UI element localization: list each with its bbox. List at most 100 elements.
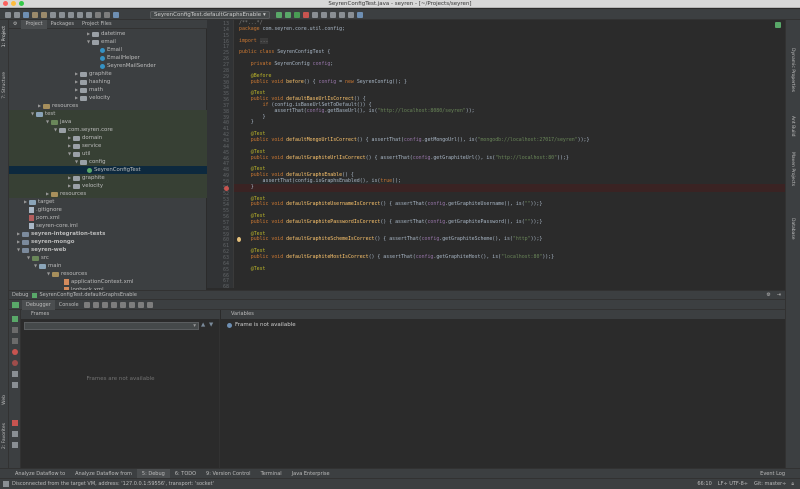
show-execution-point-icon[interactable]: [84, 301, 91, 308]
hide-panel-icon[interactable]: ⇥: [777, 291, 781, 300]
tree-node[interactable]: ▶ datetime: [9, 30, 207, 38]
tool-java-enterprise[interactable]: Java Enterprise: [287, 469, 335, 479]
tab-structure[interactable]: 7: Structure: [2, 72, 7, 99]
pause-icon[interactable]: [12, 327, 18, 333]
close-icon[interactable]: [12, 431, 18, 437]
code-line[interactable]: public void defaultGraphiteHostIsCorrect…: [239, 253, 554, 261]
open-icon[interactable]: [4, 11, 11, 18]
paste-icon[interactable]: [67, 11, 74, 18]
tree-node[interactable]: ▶ resources: [9, 190, 207, 198]
tab-dynamic-properties[interactable]: Dynamic Properties: [790, 48, 795, 92]
code-line[interactable]: public class SeyrenConfigTest {: [239, 48, 330, 56]
vcs-branch[interactable]: Git: master÷: [754, 479, 786, 489]
caret-position[interactable]: 66:10: [697, 479, 711, 489]
code-line[interactable]: }: [239, 118, 254, 126]
encoding-indicator[interactable]: LF÷ UTF-8÷: [718, 479, 748, 489]
tool-terminal[interactable]: Terminal: [256, 469, 287, 479]
run-to-cursor-icon[interactable]: [138, 301, 145, 308]
tree-node[interactable]: applicationContext.xml: [9, 278, 207, 286]
back-icon[interactable]: [94, 11, 101, 18]
stop-icon[interactable]: [302, 11, 309, 18]
frame-up-icon[interactable]: ▲: [201, 322, 205, 328]
tab-maven-projects[interactable]: Maven Projects: [790, 152, 795, 186]
tool-analyze-dataflow-from[interactable]: Analyze Dataflow from: [70, 469, 137, 479]
debug-config-name[interactable]: SeyrenConfigTest.defaultGraphsEnable: [39, 291, 136, 300]
help-icon[interactable]: [356, 11, 363, 18]
code-line[interactable]: public void defaultGraphiteSchemeIsCorre…: [239, 235, 543, 243]
code-line[interactable]: import ...: [239, 37, 269, 45]
tool-analyze-dataflow-to[interactable]: Analyze Dataflow to: [10, 469, 70, 479]
tab-project[interactable]: 1: Project: [2, 26, 7, 47]
tree-node[interactable]: ▼ email: [9, 38, 207, 46]
settings-icon[interactable]: [12, 382, 18, 388]
tree-node[interactable]: SeyrenConfigTest: [9, 166, 207, 174]
tree-node[interactable]: ▼ main: [9, 262, 207, 270]
make-icon[interactable]: [112, 11, 119, 18]
tree-node[interactable]: ▶ graphite: [9, 174, 207, 182]
toggle-tool-windows-icon[interactable]: [3, 481, 9, 487]
lock-icon[interactable]: 🔒︎: [791, 479, 794, 489]
step-over-icon[interactable]: [93, 301, 100, 308]
code-line[interactable]: assertThat(config.getBaseUrl(), is("http…: [239, 107, 474, 115]
tree-node[interactable]: ▶ velocity: [9, 94, 207, 102]
coverage-icon[interactable]: [293, 11, 300, 18]
tree-node[interactable]: SeyrenMailSender: [9, 62, 207, 70]
forward-icon[interactable]: [103, 11, 110, 18]
run-configuration-select[interactable]: SeyrenConfigTest.defaultGraphsEnable ▾: [150, 10, 270, 19]
tree-node[interactable]: ▼ com.seyren.core: [9, 126, 207, 134]
tree-node[interactable]: ▶ seyren-mongo: [9, 238, 207, 246]
tree-node[interactable]: ▼ util: [9, 150, 207, 158]
undo-icon[interactable]: [31, 11, 38, 18]
mute-breakpoints-icon[interactable]: [12, 360, 18, 366]
force-step-into-icon[interactable]: [111, 301, 118, 308]
code-line[interactable]: public void before() { config = new Seyr…: [239, 78, 407, 86]
evaluate-expression-icon[interactable]: [147, 301, 154, 308]
tool-todo[interactable]: 6: TODO: [170, 469, 201, 479]
resume-icon[interactable]: [12, 316, 18, 322]
save-icon[interactable]: [13, 11, 20, 18]
gear-icon[interactable]: ⚙: [9, 20, 21, 29]
drop-frame-icon[interactable]: [129, 301, 136, 308]
tree-node[interactable]: Email: [9, 46, 207, 54]
tree-node[interactable]: ▶ hashing: [9, 78, 207, 86]
code-line[interactable]: private SeyrenConfig config;: [239, 60, 333, 68]
error-stripe[interactable]: [772, 20, 785, 288]
pin-icon[interactable]: [12, 420, 18, 426]
run-icon[interactable]: [275, 11, 282, 18]
tab-packages-view[interactable]: Packages: [47, 20, 78, 29]
tab-project-view[interactable]: Project: [21, 19, 47, 29]
code-line[interactable]: public void defaultGraphitePasswordIsCor…: [239, 218, 543, 226]
tree-node[interactable]: pom.xml: [9, 214, 207, 222]
tree-node[interactable]: ▼ java: [9, 118, 207, 126]
tab-debugger[interactable]: Debugger: [22, 299, 55, 310]
history-icon[interactable]: [329, 11, 336, 18]
frame-down-icon[interactable]: ▼: [209, 322, 213, 328]
help-icon[interactable]: [12, 442, 18, 448]
code-line[interactable]: public void defaultGraphiteUsernameIsCor…: [239, 200, 543, 208]
tree-node[interactable]: ▶ resources: [9, 102, 207, 110]
project-structure-icon[interactable]: [347, 11, 354, 18]
tab-console[interactable]: Console: [55, 300, 83, 310]
step-out-icon[interactable]: [120, 301, 127, 308]
tree-node[interactable]: ▶ math: [9, 86, 207, 94]
tree-node[interactable]: ▼ seyren-web: [9, 246, 207, 254]
tab-project-files-view[interactable]: Project Files: [78, 20, 116, 29]
redo-icon[interactable]: [40, 11, 47, 18]
tree-node[interactable]: ▶ target: [9, 198, 207, 206]
stop-icon[interactable]: [12, 338, 18, 344]
tool-event-log[interactable]: Event Log: [755, 469, 790, 479]
tab-database[interactable]: Database: [790, 218, 795, 239]
code-lines[interactable]: /**...*/package com.seyren.core.util.con…: [207, 20, 772, 288]
thread-select[interactable]: ▾: [24, 322, 199, 330]
settings-icon[interactable]: [338, 11, 345, 18]
tab-web[interactable]: Web: [2, 395, 7, 405]
vcs-commit-icon[interactable]: [320, 11, 327, 18]
inspection-ok-icon[interactable]: [775, 22, 781, 28]
code-line[interactable]: }: [239, 183, 254, 191]
tree-node[interactable]: ▶ service: [9, 142, 207, 150]
tree-node[interactable]: ▼ test: [9, 110, 207, 118]
code-line[interactable]: public void defaultGraphiteUrlIsCorrect(…: [239, 154, 569, 162]
tree-node[interactable]: EmailHelper: [9, 54, 207, 62]
sync-icon[interactable]: [22, 11, 29, 18]
tab-ant-build[interactable]: Ant Build: [790, 116, 795, 136]
